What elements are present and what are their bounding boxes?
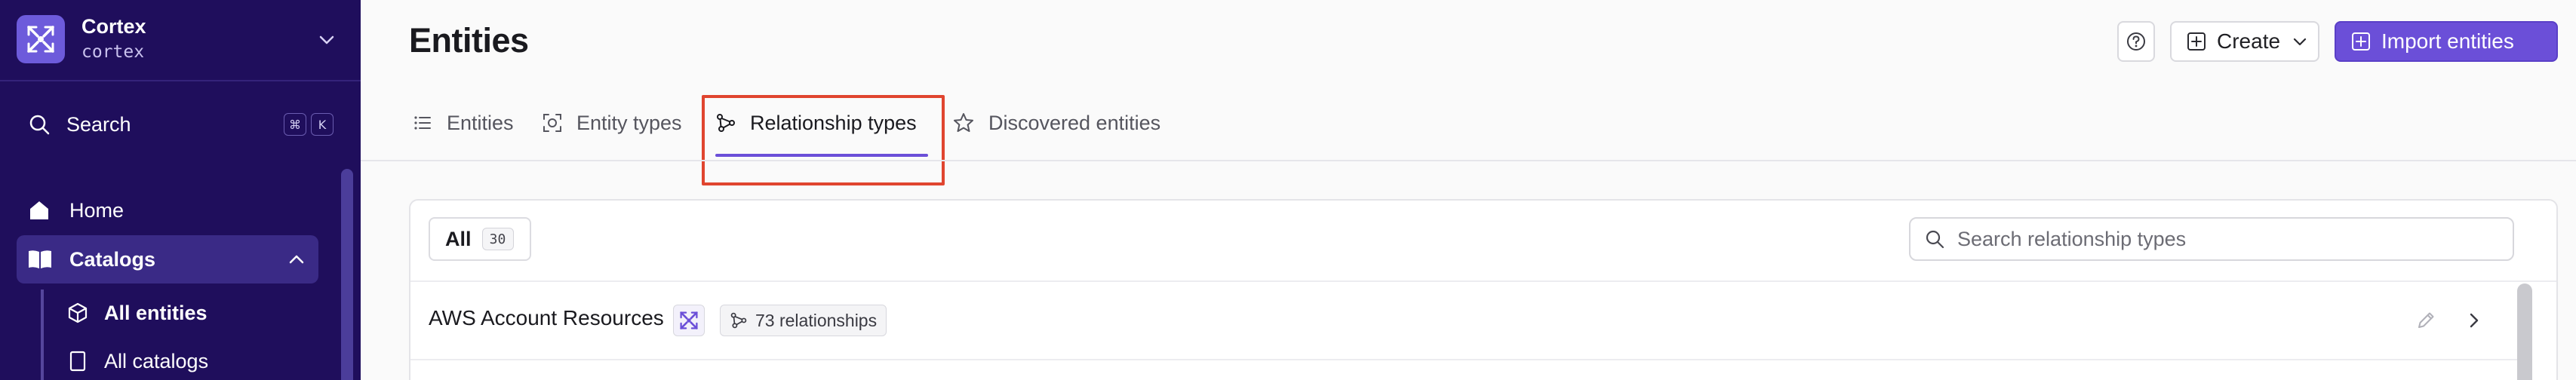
sidebar-item-all-entities[interactable]: All entities <box>66 296 207 330</box>
chevron-up-icon[interactable] <box>285 248 308 271</box>
scan-icon <box>543 114 561 132</box>
list-icon <box>414 116 431 130</box>
home-icon <box>30 201 48 219</box>
tab-discovered-entities[interactable]: Discovered entities <box>952 106 1160 140</box>
import-entities-button[interactable]: Import entities <box>2335 21 2558 62</box>
sidebar-search[interactable]: Search ⌘ K <box>27 106 334 143</box>
sidebar-item-all-catalogs[interactable]: All catalogs <box>66 344 208 378</box>
page-title: Entities <box>409 21 529 60</box>
edit-button[interactable] <box>2412 306 2440 335</box>
book-open-icon <box>29 250 51 268</box>
tab-label: Discovered entities <box>988 111 1161 134</box>
chevron-down-icon[interactable] <box>315 29 338 51</box>
sidebar: Cortex cortex Search ⌘ K Home Catalogs A… <box>0 0 361 380</box>
table-row[interactable]: AWS Account Resources 73 relationships <box>410 282 2523 360</box>
tab-entity-types[interactable]: Entity types <box>542 106 682 140</box>
chevron-right-icon <box>2470 313 2479 328</box>
search-input[interactable] <box>1957 227 2485 251</box>
star-icon <box>954 113 973 132</box>
relationship-search[interactable] <box>1909 217 2514 261</box>
sidebar-item-label: All catalogs <box>104 349 209 372</box>
search-icon <box>1926 230 1944 249</box>
plus-square-icon <box>2187 32 2206 51</box>
tab-entities[interactable]: Entities <box>412 106 514 140</box>
relationship-count: 73 relationships <box>755 310 878 330</box>
relationship-type-name: AWS Account Resources <box>429 306 664 329</box>
filter-all-label: All <box>445 227 472 250</box>
submenu-indent-line <box>41 290 44 380</box>
org-switcher[interactable]: Cortex cortex <box>0 0 361 81</box>
open-row-button[interactable] <box>2460 306 2488 335</box>
tab-label: Entity types <box>576 111 682 134</box>
org-name: Cortex <box>81 15 146 38</box>
create-button[interactable]: Create <box>2170 21 2319 62</box>
filter-all-button[interactable]: All 30 <box>429 217 531 261</box>
search-shortcut: ⌘ K <box>284 113 334 136</box>
relationship-count-badge: 73 relationships <box>720 305 887 336</box>
graph-icon <box>730 312 747 329</box>
sidebar-scrollbar[interactable] <box>341 169 353 380</box>
help-button[interactable] <box>2117 21 2155 62</box>
sidebar-item-label: All entities <box>104 301 207 324</box>
shortcut-key-cmd: ⌘ <box>284 113 306 136</box>
filter-all-count: 30 <box>481 228 514 250</box>
tab-highlight-box <box>702 95 945 185</box>
help-icon <box>2127 32 2145 51</box>
sidebar-item-catalogs[interactable]: Catalogs <box>17 235 318 283</box>
sidebar-item-label: Catalogs <box>69 247 156 271</box>
tab-label: Entities <box>447 111 514 134</box>
org-slug: cortex <box>81 42 145 62</box>
chevron-down-icon <box>2293 38 2307 46</box>
plus-square-icon <box>2352 32 2370 51</box>
cortex-logo-icon <box>17 15 65 63</box>
table-scrollbar[interactable] <box>2517 283 2532 380</box>
sidebar-item-label: Home <box>69 198 124 222</box>
sidebar-search-label: Search <box>66 112 131 136</box>
cube-icon <box>68 302 88 323</box>
search-icon <box>29 115 50 135</box>
sidebar-item-home[interactable]: Home <box>27 193 124 228</box>
import-entities-label: Import entities <box>2381 29 2514 53</box>
pencil-icon <box>2418 312 2434 328</box>
book-icon <box>69 351 86 372</box>
relationship-types-card: All 30 AWS Account Resources 73 r <box>409 199 2558 380</box>
tabs-divider <box>361 160 2576 161</box>
shortcut-key-k: K <box>311 113 334 136</box>
create-button-label: Create <box>2217 29 2281 53</box>
cortex-logo-icon <box>673 305 705 336</box>
